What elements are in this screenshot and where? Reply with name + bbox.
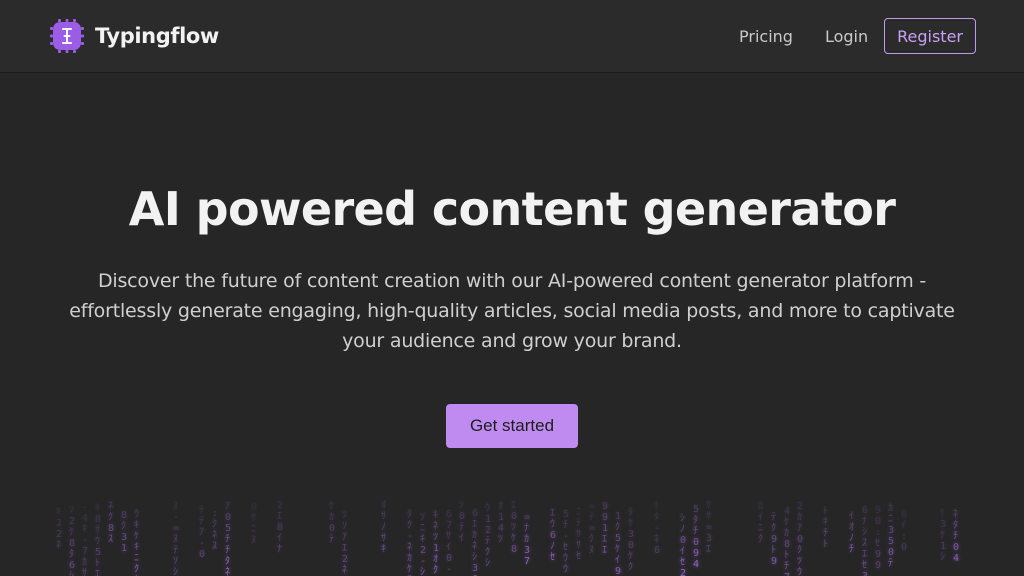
matrix-glyph-column: ｱ 0 5 ﾁ ﾁ ﾀ ﾈ [225, 501, 232, 576]
matrix-glyph-column: ﾈ ﾀ ﾁ 0 4 [953, 509, 960, 564]
matrix-glyph-column: 5 ﾁ - ｾ ｳ ｳ [563, 509, 570, 575]
matrix-glyph-column: ｷ ｺ 2 ﾈ [56, 507, 63, 551]
matrix-glyph-column: 5 ﾀ ﾁ 0 9 4 [693, 504, 700, 570]
matrix-glyph-column: ｿ ﾆ ｷ 2 - ｼ ｿ [420, 512, 427, 576]
matrix-glyph-column: = ﾃ = ｸ ﾇ [589, 501, 596, 556]
matrix-glyph-column: ﾇ - = ﾇ ﾃ ｿ ｼ [173, 501, 180, 576]
matrix-glyph-column: ｻ ｻ = 3 ｴ [706, 500, 713, 555]
matrix-glyph-column: ﾀ ｹ 3 0 ｹ ｸ [628, 507, 635, 573]
matrix-glyph-column: ｵ ｻ ﾉ ｻ ｷ [381, 500, 386, 555]
matrix-glyph-column: ﾃ ｸ 9 ﾄ 9 [771, 512, 778, 567]
matrix-rain-decoration: ｷ ｺ 2 ﾈ ｿ 2 ｹ 8 ﾀ 6 ｼ - 4 ｷ - 7 ｶ ｻ ｷ 8 … [56, 500, 968, 576]
matrix-glyph-column: 9 9 1 ｴ ｴ [602, 501, 609, 556]
get-started-button[interactable]: Get started [446, 404, 578, 448]
matrix-glyph-column: ｷ 8 ｻ ｳ 5 ﾄ ｴ [95, 503, 102, 576]
matrix-glyph-column: 2 ｴ 8 ｲ ﾅ [277, 500, 284, 555]
matrix-glyph-column: ｴ ｳ 6 ﾉ ｾ [550, 508, 557, 563]
matrix-glyph-column: ｶ ｲ ﾆ ｸ [758, 501, 763, 545]
matrix-glyph-column: ｷ ﾀ - ﾈ 6 [654, 501, 661, 556]
matrix-glyph-column: ｼ ﾉ 0 ｲ ｾ 2 ｾ [680, 513, 687, 576]
matrix-glyph-column: = ﾅ ｶ 3 7 [524, 512, 531, 567]
matrix-glyph-column: ｹ 3 ｹ 1 ｼ [940, 508, 947, 563]
matrix-glyph-column: 2 ｶ ｱ 0 ｸ ﾂ ｳ [797, 501, 804, 576]
matrix-glyph-column: 9 0 : ｾ 9 9 [875, 505, 882, 571]
matrix-glyph-column: 6 ｲ : 0 [901, 509, 908, 553]
matrix-glyph-column: ﾀ ｸ - ﾈ ｶ ｹ ﾁ [407, 509, 414, 576]
matrix-glyph-column: ｴ 8 ﾂ ｹ 8 [511, 500, 518, 555]
matrix-glyph-column: ｵ 1 4 ﾂ [498, 501, 505, 545]
matrix-glyph-column: 6 ｴ ｶ ﾈ ｼ 3 6 [472, 508, 479, 576]
matrix-glyph-column: ｿ 8 ﾃ ｲ [459, 500, 466, 544]
matrix-glyph-column: 6 7 ｻ ｲ 0 - [446, 509, 453, 575]
matrix-glyph-column: 8 ｸ 3 1 [121, 510, 128, 554]
matrix-glyph-column: 6 ﾅ ｼ ｽ ｴ ｾ 3 [862, 505, 869, 576]
register-button[interactable]: Register [884, 18, 976, 54]
matrix-glyph-column: ｳ ｷ ｹ ｷ ﾆ ｸ ｷ [134, 509, 139, 576]
brand-link[interactable]: Typingflow [49, 17, 219, 55]
matrix-glyph-column: ｲ ｵ ﾉ ﾁ [849, 511, 854, 555]
brand-name: Typingflow [95, 24, 219, 48]
matrix-glyph-column: ｶ ﾆ 3 5 0 ﾃ [888, 503, 895, 569]
matrix-glyph-column: ｷ ﾈ ﾂ 1 ｵ ｸ [433, 510, 440, 576]
matrix-glyph-column: 4 ｹ ｶ 8 ﾄ ﾁ 7 [784, 506, 791, 576]
matrix-glyph-column: ﾂ ｿ ｱ ｴ 2 ﾈ 3 [342, 510, 349, 576]
matrix-glyph-column: ﾈ ｸ 8 ｽ [108, 501, 115, 545]
matrix-glyph-column: 1 ｸ 5 ｹ ｲ 9 [615, 511, 622, 576]
main-nav: Pricing Login Register [739, 17, 976, 55]
page: Typingflow Pricing Login Register AI pow… [0, 0, 1024, 576]
matrix-glyph-column: ﾄ ｷ ﾁ ﾄ [823, 506, 828, 550]
matrix-glyph-column: - 4 ｷ - 7 ｶ ｻ [82, 502, 89, 576]
hero-title: AI powered content generator [128, 182, 896, 236]
matrix-glyph-column: ｿ 2 ｹ 8 ﾀ 6 ｼ [69, 505, 76, 576]
matrix-glyph-column: 0 ｻ ﾆ ﾇ [251, 502, 258, 546]
nav-pricing-link[interactable]: Pricing [739, 27, 793, 46]
hero-subtitle: Discover the future of content creation … [69, 270, 955, 352]
cursor-chip-logo-icon [50, 19, 84, 53]
matrix-glyph-column: ﾆ ﾃ ｻ ｻ ｾ [576, 507, 581, 562]
nav-login-link[interactable]: Login [825, 27, 868, 46]
top-navbar: Typingflow Pricing Login Register [0, 0, 1024, 72]
matrix-glyph-column: ｹ ｶ 0 ﾃ [329, 501, 336, 545]
matrix-glyph-column: ｳ 1 2 ﾃ ｸ ｼ [485, 503, 492, 569]
matrix-glyph-column: : ｸ ﾈ ｽ [212, 508, 219, 552]
matrix-glyph-column: ﾁ ﾃ ｱ - 0 [199, 505, 206, 560]
